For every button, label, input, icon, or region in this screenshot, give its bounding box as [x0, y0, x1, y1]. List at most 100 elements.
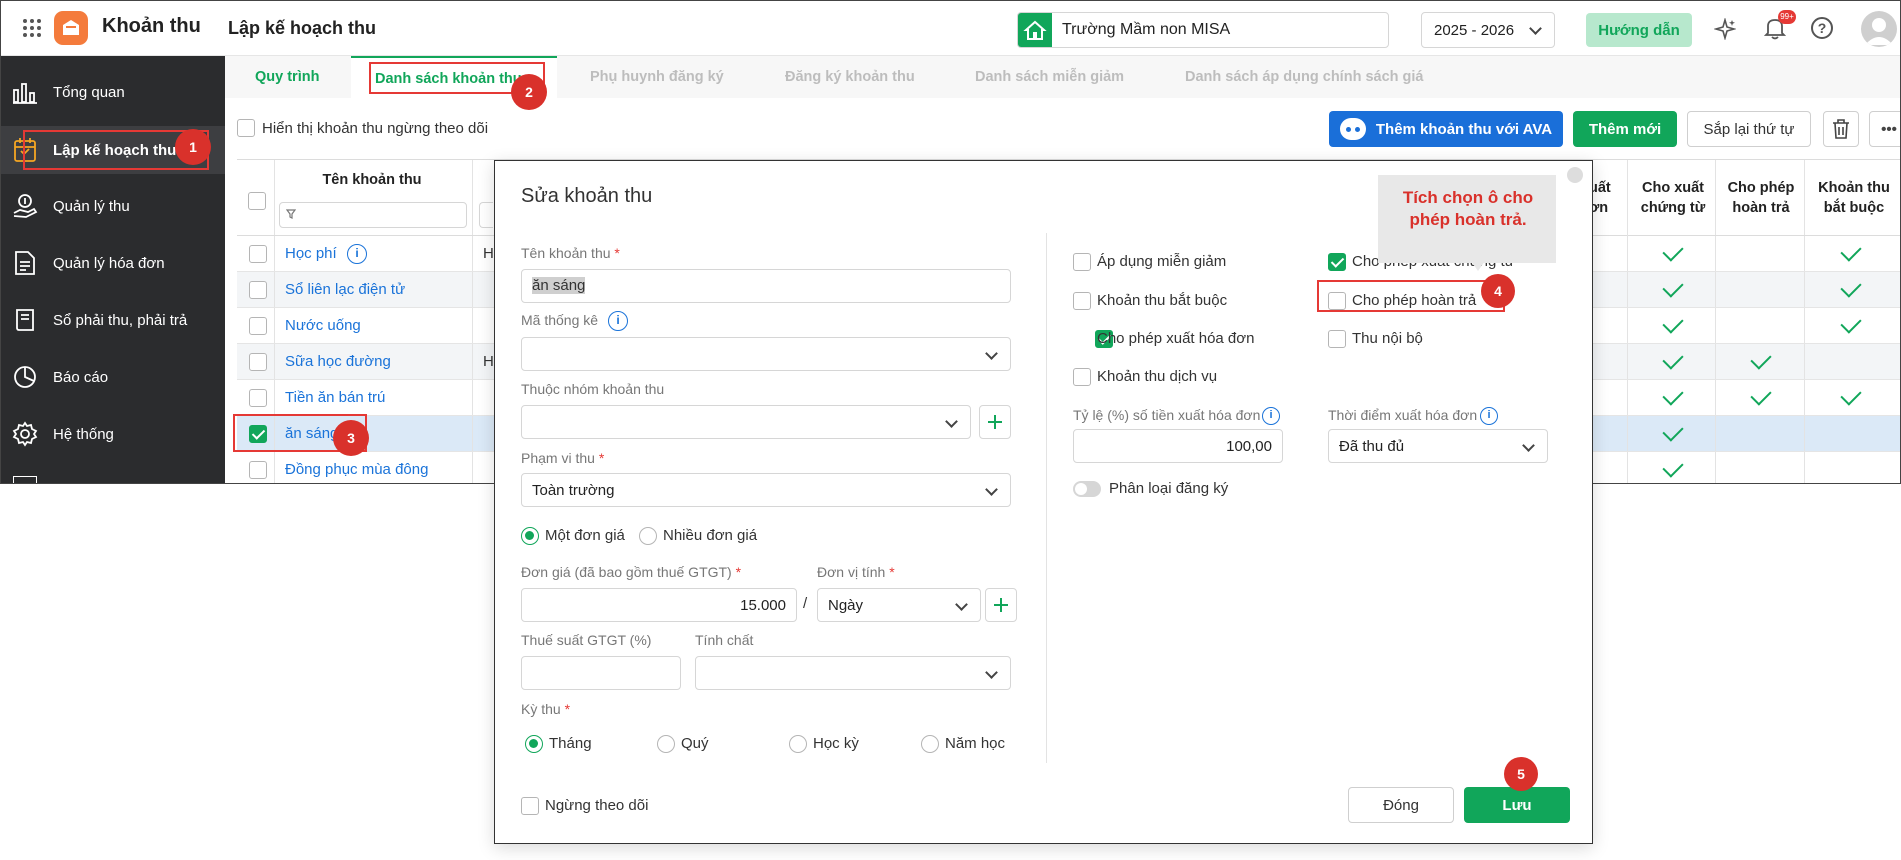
- col-divider: [1804, 272, 1805, 307]
- classify-toggle[interactable]: [1073, 481, 1101, 497]
- filter-icon: [286, 209, 296, 219]
- apply-discount-checkbox[interactable]: [1073, 253, 1091, 271]
- row-name-link[interactable]: Sữa học đường: [285, 344, 391, 380]
- internal-label: Thu nội bộ: [1352, 330, 1423, 347]
- tab-discount-list[interactable]: Danh sách miễn giảm: [975, 56, 1124, 98]
- select-all-checkbox[interactable]: [248, 192, 266, 210]
- period-quarter-label: Quý: [681, 735, 709, 752]
- check-mark-icon: [1750, 384, 1772, 406]
- tab-price-policy-list[interactable]: Danh sách áp dụng chính sách giá: [1185, 56, 1424, 98]
- group-select[interactable]: [521, 405, 971, 439]
- mandatory-checkbox[interactable]: [1073, 292, 1091, 310]
- apps-grid-icon[interactable]: [23, 19, 41, 37]
- service-checkbox[interactable]: [1073, 368, 1091, 386]
- row-name-link[interactable]: Tiền ăn bán trú: [285, 380, 385, 416]
- row-checkbox[interactable]: [249, 389, 267, 407]
- stop-tracking-checkbox[interactable]: [521, 797, 539, 815]
- price-input[interactable]: 15.000: [521, 588, 797, 622]
- add-unit-button[interactable]: [985, 588, 1017, 622]
- col-header-voucher: Cho xuất chứng từ: [1640, 180, 1706, 216]
- add-group-button[interactable]: [979, 405, 1011, 439]
- sidebar-item-label: Hệ thống: [53, 425, 114, 443]
- period-semester-radio[interactable]: [789, 735, 807, 753]
- name-input[interactable]: ăn sáng: [521, 269, 1011, 303]
- tab-parent-registered[interactable]: Phụ huynh đăng ký: [590, 56, 724, 98]
- sidebar-item-invoices[interactable]: Quản lý hóa đơn: [1, 239, 225, 287]
- sidebar-item-reports[interactable]: Báo cáo: [1, 353, 225, 401]
- period-year-radio[interactable]: [921, 735, 939, 753]
- scope-select[interactable]: Toàn trường: [521, 473, 1011, 507]
- col-divider: [1715, 344, 1716, 379]
- name-filter-input[interactable]: [279, 202, 467, 228]
- save-button[interactable]: Lưu: [1464, 787, 1570, 823]
- col-divider: [1627, 272, 1628, 307]
- tab-process[interactable]: Quy trình: [255, 56, 319, 98]
- unit-select[interactable]: Ngày: [817, 588, 981, 622]
- invoice-time-label: Thời điểm xuất hóa đơn: [1328, 407, 1478, 423]
- dialog-close-icon[interactable]: [1567, 167, 1583, 183]
- sparkle-icon[interactable]: [1714, 18, 1736, 40]
- multi-price-radio[interactable]: [639, 527, 657, 545]
- rate-input[interactable]: 100,00: [1073, 429, 1283, 463]
- col-divider: [472, 344, 473, 379]
- delete-button[interactable]: [1823, 111, 1859, 147]
- sidebar-item-overview[interactable]: Tổng quan: [1, 68, 225, 116]
- period-quarter-radio[interactable]: [657, 735, 675, 753]
- name-input-value: ăn sáng: [532, 277, 586, 294]
- help-icon[interactable]: ?: [1811, 17, 1833, 39]
- avatar[interactable]: [1861, 11, 1897, 47]
- row-checkbox[interactable]: [249, 461, 267, 479]
- row-checkbox[interactable]: [249, 317, 267, 335]
- page-title: Lập kế hoạch thu: [228, 18, 377, 38]
- guide-button[interactable]: Hướng dẫn: [1586, 13, 1692, 47]
- stop-tracking-label: Ngừng theo dõi: [545, 797, 649, 814]
- sidebar-item-ledger[interactable]: Sổ phải thu, phải trả: [1, 296, 225, 344]
- row-name-link[interactable]: Đồng phục mùa đông: [285, 452, 428, 483]
- close-button[interactable]: Đóng: [1348, 787, 1454, 823]
- col-divider: [472, 272, 473, 307]
- sidebar-item-system[interactable]: Hệ thống: [1, 410, 225, 458]
- row-name-link[interactable]: Nước uống: [285, 308, 361, 344]
- school-selector[interactable]: Trường Mầm non MISA: [1017, 12, 1389, 48]
- vat-input[interactable]: [521, 656, 681, 690]
- rate-info-icon[interactable]: i: [1262, 407, 1280, 425]
- col-divider: [1804, 160, 1805, 235]
- check-mark-icon: [1750, 348, 1772, 370]
- invoice-time-value: Đã thu đủ: [1339, 438, 1405, 455]
- stat-code-info-icon[interactable]: i: [608, 311, 628, 331]
- col-divider: [1627, 344, 1628, 379]
- row-checkbox[interactable]: [249, 281, 267, 299]
- show-inactive-checkbox[interactable]: [237, 119, 255, 137]
- next-col-filter-input[interactable]: [479, 202, 493, 228]
- row-name-link[interactable]: Sổ liên lạc điện tử: [285, 272, 405, 308]
- invoice-time-select[interactable]: Đã thu đủ: [1328, 429, 1548, 463]
- reorder-button[interactable]: Sắp lại thứ tự: [1687, 111, 1811, 147]
- internal-checkbox[interactable]: [1328, 330, 1346, 348]
- step-badge-4: 4: [1481, 274, 1515, 308]
- col-divider: [274, 452, 275, 483]
- col-divider: [472, 452, 473, 483]
- period-month-radio[interactable]: [525, 735, 543, 753]
- nature-select[interactable]: [695, 656, 1011, 690]
- row-name-link[interactable]: Học phí: [285, 236, 337, 272]
- single-price-radio[interactable]: [521, 527, 539, 545]
- vat-label: Thuế suất GTGT (%): [521, 632, 652, 648]
- allow-voucher-checkbox[interactable]: [1328, 253, 1346, 271]
- sidebar-item-collection[interactable]: Quản lý thu: [1, 182, 225, 230]
- nature-label: Tính chất: [695, 632, 754, 648]
- row-checkbox[interactable]: [249, 245, 267, 263]
- col-divider: [1804, 380, 1805, 415]
- more-button[interactable]: •••: [1869, 111, 1900, 147]
- callout-pointer: [1471, 261, 1485, 271]
- year-select[interactable]: 2025 - 2026: [1421, 12, 1555, 48]
- add-with-ava-button[interactable]: Thêm khoản thu với AVA: [1329, 111, 1563, 147]
- invoice-time-info-icon[interactable]: i: [1480, 407, 1498, 425]
- price-label: Đơn giá (đã bao gồm thuế GTGT) *: [521, 564, 742, 580]
- info-icon[interactable]: i: [347, 244, 367, 264]
- tab-fee-registration[interactable]: Đăng ký khoản thu: [785, 56, 915, 98]
- stat-code-select[interactable]: [521, 337, 1011, 371]
- multi-price-label: Nhiều đơn giá: [663, 527, 758, 544]
- col-divider: [472, 380, 473, 415]
- row-checkbox[interactable]: [249, 353, 267, 371]
- add-new-button[interactable]: Thêm mới: [1573, 111, 1677, 147]
